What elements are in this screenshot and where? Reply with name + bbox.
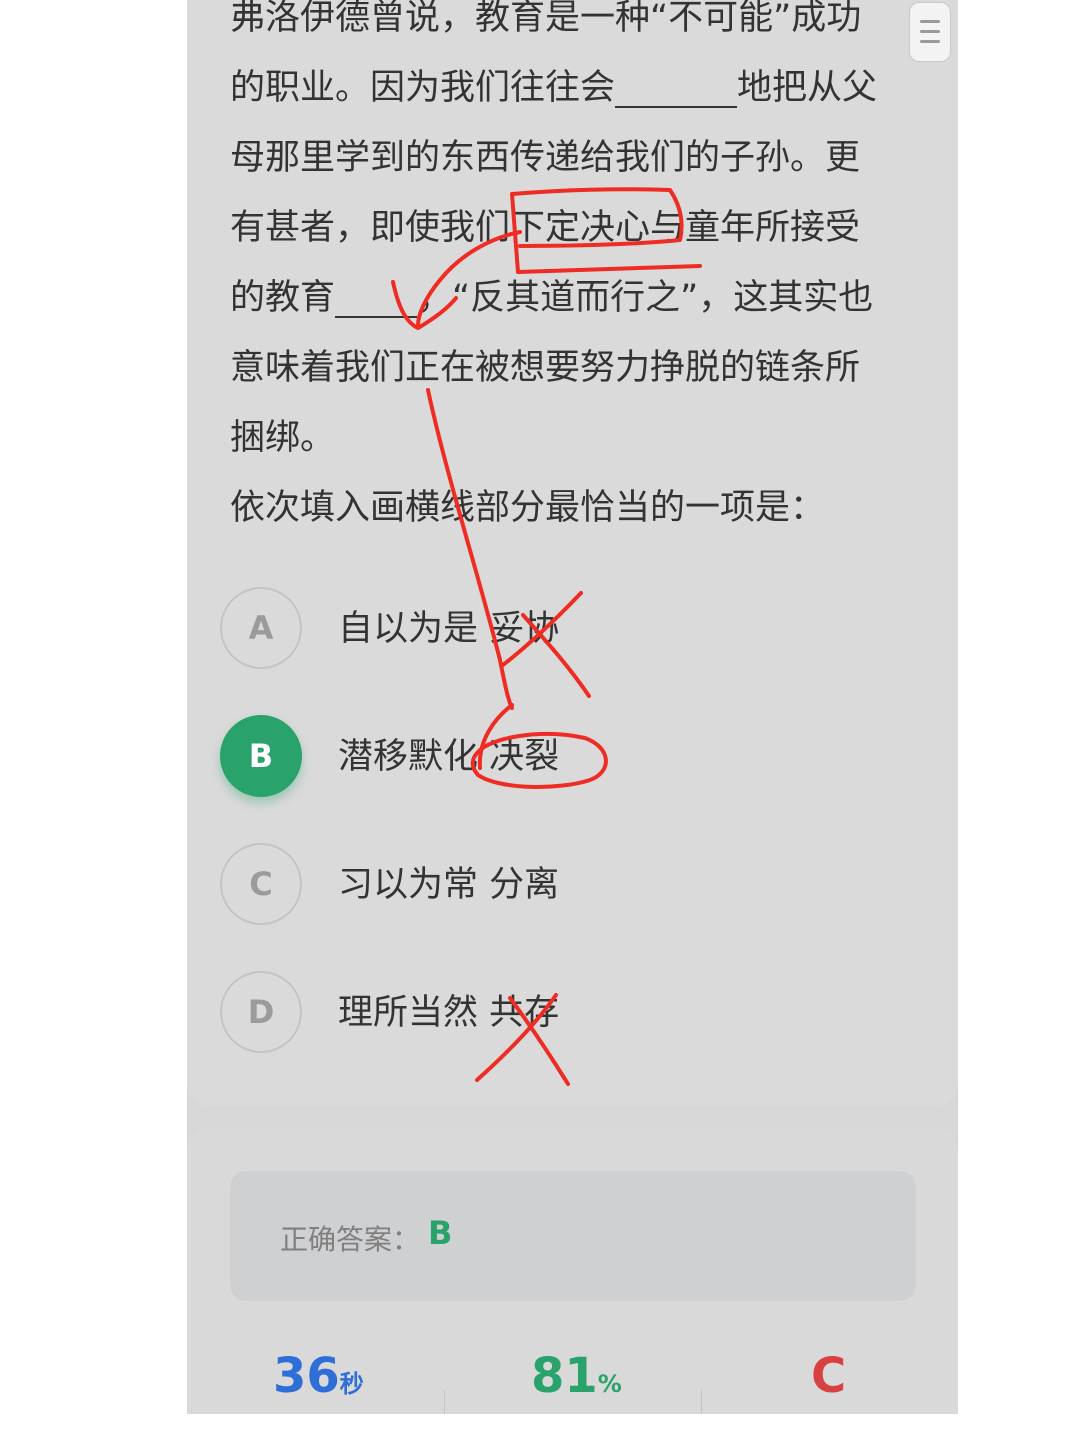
menu-button[interactable] bbox=[909, 2, 951, 62]
time-stat: 36秒 bbox=[273, 1348, 364, 1404]
option-letter-selected: B bbox=[220, 715, 302, 797]
stat-divider bbox=[444, 1390, 445, 1414]
quiz-screen: 弗洛伊德曾说，教育是一种“不可能”成功 的职业。因为我们往往会 地把从父 母那里学… bbox=[187, 0, 958, 1414]
option-b[interactable]: B 潜移默化 决裂 bbox=[220, 715, 920, 801]
option-letter: C bbox=[220, 843, 302, 925]
passage-line: 弗洛伊德曾说，教育是一种“不可能”成功 bbox=[230, 0, 862, 38]
option-d[interactable]: D 理所当然 共存 bbox=[220, 971, 920, 1057]
answer-panel: 正确答案： B 36秒 81% C bbox=[187, 1128, 958, 1414]
stat-divider bbox=[701, 1390, 702, 1414]
option-a[interactable]: A 自以为是 妥协 bbox=[220, 587, 920, 673]
passage-line: 意味着我们正在被想要努力挣脱的链条所 bbox=[230, 348, 861, 388]
passage-line: 有甚者，即使我们下定决心与童年所接受 bbox=[230, 208, 861, 248]
passage-text: 的职业。因为我们往往会 bbox=[230, 68, 616, 108]
accuracy-unit: % bbox=[597, 1370, 622, 1398]
time-unit: 秒 bbox=[339, 1370, 364, 1398]
option-letter: D bbox=[220, 971, 302, 1053]
option-text: 自以为是 妥协 bbox=[338, 609, 560, 649]
option-c[interactable]: C 习以为常 分离 bbox=[220, 843, 920, 929]
time-value: 36 bbox=[273, 1348, 340, 1404]
correct-answer-value: B bbox=[428, 1214, 453, 1252]
blank-1 bbox=[615, 70, 738, 108]
option-text: 习以为常 分离 bbox=[338, 865, 560, 905]
grade-stat: C bbox=[811, 1348, 846, 1404]
accuracy-stat: 81% bbox=[531, 1348, 622, 1404]
blank-2 bbox=[335, 280, 418, 318]
passage-line: 捆绑。 bbox=[230, 418, 336, 458]
grade-value: C bbox=[811, 1348, 847, 1404]
passage-text: 地把从父 bbox=[737, 68, 878, 108]
correct-answer-label: 正确答案： bbox=[280, 1223, 421, 1256]
option-letter: A bbox=[220, 587, 302, 669]
passage-text: 的教育 bbox=[230, 278, 336, 318]
option-text: 理所当然 共存 bbox=[338, 993, 560, 1033]
passage-line: 的教育 ，“反其道而行之”，这其实也 bbox=[230, 278, 873, 318]
correct-answer-box: 正确答案： B bbox=[230, 1171, 916, 1301]
accuracy-value: 81 bbox=[531, 1348, 598, 1404]
passage-line: 的职业。因为我们往往会 地把从父 bbox=[230, 68, 877, 108]
passage-line: 母那里学到的东西传递给我们的子孙。更 bbox=[230, 138, 861, 178]
passage-text: ，“反其道而行之”，这其实也 bbox=[417, 278, 874, 318]
question-card: 弗洛伊德曾说，教育是一种“不可能”成功 的职业。因为我们往往会 地把从父 母那里学… bbox=[187, 0, 958, 1106]
question-prompt: 依次填入画横线部分最恰当的一项是： bbox=[230, 488, 826, 528]
option-text: 潜移默化 决裂 bbox=[338, 737, 560, 777]
